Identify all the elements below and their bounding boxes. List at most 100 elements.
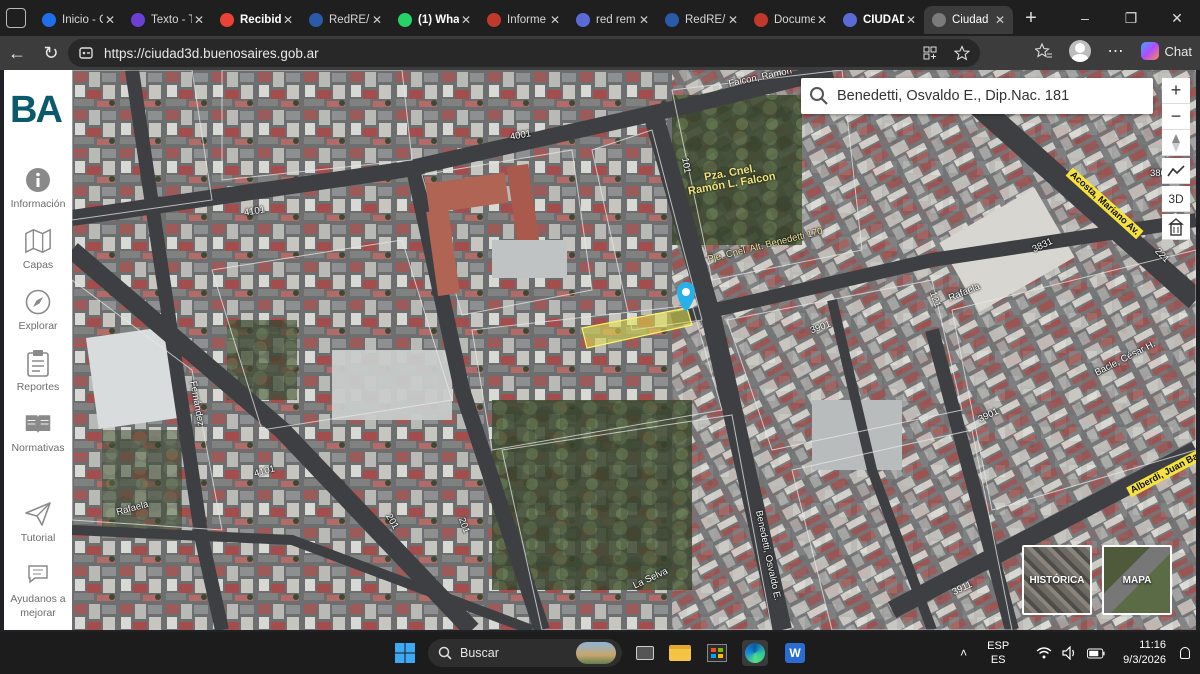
sidebar-item-explorar[interactable]: Explorar	[4, 288, 72, 332]
map-layers-icon	[24, 227, 52, 255]
mode-3d-button[interactable]: 3D	[1162, 186, 1190, 212]
sidebar-item-label: Capas	[22, 259, 54, 271]
sidebar-item-label: Tutorial	[20, 532, 56, 544]
close-tab-icon[interactable]: ✕	[815, 13, 829, 27]
edge-icon	[42, 13, 56, 27]
browser-tab[interactable]: Ciudad ✕	[924, 6, 1013, 34]
browser-tab[interactable]: RedRE/M✕	[301, 6, 390, 34]
clock-time: 11:16	[1139, 639, 1166, 651]
edge-browser-icon[interactable]	[742, 640, 768, 666]
search-icon	[438, 646, 452, 660]
copilot-chat-button[interactable]: Chat	[1140, 42, 1192, 60]
close-tab-icon[interactable]: ✕	[281, 13, 295, 27]
sidebar-item-normativas[interactable]: Normativas	[4, 410, 72, 454]
search-icon[interactable]	[809, 86, 829, 106]
favorites-icon[interactable]	[1033, 39, 1055, 63]
word-icon[interactable]: W	[782, 640, 808, 666]
volume-icon[interactable]	[1061, 644, 1079, 662]
site-info-icon[interactable]	[78, 45, 94, 61]
building-icon	[1168, 217, 1184, 236]
browser-tab[interactable]: Inicio - C ✕	[34, 6, 123, 34]
close-tab-icon[interactable]: ✕	[993, 13, 1007, 27]
zoom-in-button[interactable]: +	[1162, 78, 1190, 104]
ba-logo[interactable]: BA	[10, 92, 70, 126]
minimize-button[interactable]: –	[1062, 0, 1108, 36]
sidebar-item-reportes[interactable]: Reportes	[4, 349, 72, 393]
close-tab-icon[interactable]: ✕	[192, 13, 206, 27]
browser-toolbar: ← ↻ https://ciudad3d.buenosaires.gob.ar …	[0, 36, 1200, 70]
close-tab-icon[interactable]: ✕	[459, 13, 473, 27]
satellite-map[interactable]: Falcon, Ramón Pza. Cnel. Ramón L. Falcon…	[72, 70, 1196, 630]
sidebar-item-ayudanos[interactable]: Ayudanos a mejorar	[4, 560, 72, 620]
close-tab-icon[interactable]: ✕	[103, 13, 117, 27]
sidebar: BA Información Capas Explorar Reportes Norma…	[4, 70, 72, 630]
close-tab-icon[interactable]: ✕	[637, 13, 651, 27]
close-window-button[interactable]: ✕	[1154, 0, 1200, 36]
basemap-map-toggle[interactable]: MAPA	[1102, 545, 1172, 615]
line-chart-icon	[1167, 164, 1185, 176]
buildings-button[interactable]	[1162, 214, 1190, 240]
wifi-icon[interactable]	[1035, 644, 1053, 662]
browser-tab[interactable]: Informe ✕	[479, 6, 568, 34]
input-language[interactable]: ESP ES	[987, 639, 1009, 667]
tab-title: RedRE/M	[329, 14, 370, 26]
ba-logo-text: BA	[10, 92, 62, 126]
info-icon	[24, 166, 52, 194]
close-tab-icon[interactable]: ✕	[726, 13, 740, 27]
sidebar-item-label: Explorar	[18, 320, 58, 332]
search-value[interactable]: Benedetti, Osvaldo E., Dip.Nac. 181	[837, 88, 1069, 104]
tray-overflow-chevron-icon[interactable]: ˄	[960, 646, 967, 660]
reload-button[interactable]: ↻	[34, 38, 68, 68]
sidebar-item-tutorial[interactable]: Tutorial	[4, 500, 72, 544]
system-clock[interactable]: 11:16 9/3/2026	[1123, 638, 1166, 668]
new-tab-button[interactable]: +	[1017, 4, 1045, 32]
tab-title: Recibido	[240, 14, 281, 26]
terrain-profile-button[interactable]	[1162, 158, 1190, 184]
address-bar[interactable]: https://ciudad3d.buenosaires.gob.ar	[68, 39, 980, 67]
tab-actions-icon[interactable]	[6, 8, 26, 28]
battery-icon[interactable]	[1087, 644, 1105, 662]
sidebar-item-capas[interactable]: Capas	[4, 227, 72, 271]
browser-tab[interactable]: (1) What ✕	[390, 6, 479, 34]
url-text[interactable]: https://ciudad3d.buenosaires.gob.ar	[104, 46, 319, 61]
redre-icon	[665, 13, 679, 27]
profile-avatar[interactable]	[1068, 39, 1091, 63]
close-tab-icon[interactable]: ✕	[370, 13, 384, 27]
video-icon	[131, 13, 145, 27]
file-explorer-icon[interactable]	[667, 640, 693, 666]
sidebar-item-label: Reportes	[16, 381, 60, 393]
compass-north-button[interactable]	[1162, 130, 1190, 156]
search-icon	[576, 13, 590, 27]
favorite-star-icon[interactable]	[952, 43, 972, 63]
app-available-icon[interactable]	[920, 43, 940, 63]
back-button[interactable]: ←	[0, 38, 34, 68]
browser-tab[interactable]: Texto - T ✕	[123, 6, 212, 34]
address-search-input[interactable]: Benedetti, Osvaldo E., Dip.Nac. 181	[801, 78, 1153, 114]
browser-tab[interactable]: red rem ✕	[568, 6, 657, 34]
task-view-icon[interactable]	[632, 640, 658, 666]
notifications-icon[interactable]	[1180, 647, 1190, 659]
ba-icon	[932, 13, 946, 27]
start-button[interactable]	[392, 640, 418, 666]
tab-title: CIUDAD	[863, 14, 904, 26]
redre-icon	[309, 13, 323, 27]
more-options-icon[interactable]: ⋯	[1105, 39, 1127, 63]
basemap-historic-toggle[interactable]: HISTÓRICA	[1022, 545, 1092, 615]
close-tab-icon[interactable]: ✕	[904, 13, 918, 27]
browser-tab[interactable]: CIUDAD ✕	[835, 6, 924, 34]
basemap-historic-label: HISTÓRICA	[1029, 574, 1085, 586]
store-icon[interactable]	[704, 640, 730, 666]
browser-tab[interactable]: Docume ✕	[746, 6, 835, 34]
browser-tab[interactable]: RedRE/M✕	[657, 6, 746, 34]
taskbar-search[interactable]: Buscar	[428, 639, 622, 667]
system-tray: ˄ ESP ES 11:16 9/3/2026	[960, 632, 1190, 674]
browser-tab[interactable]: Recibido✕	[212, 6, 301, 34]
zoom-out-button[interactable]: −	[1162, 104, 1190, 130]
sidebar-item-label: Ayudanos a mejorar	[10, 593, 66, 619]
sidebar-item-informacion[interactable]: Información	[4, 166, 72, 210]
tab-title: Docume	[774, 14, 815, 26]
restore-button[interactable]: ❐	[1108, 0, 1154, 36]
close-tab-icon[interactable]: ✕	[548, 13, 562, 27]
tab-title: Texto - T	[151, 14, 192, 26]
tab-title: Inicio - C	[62, 14, 103, 26]
